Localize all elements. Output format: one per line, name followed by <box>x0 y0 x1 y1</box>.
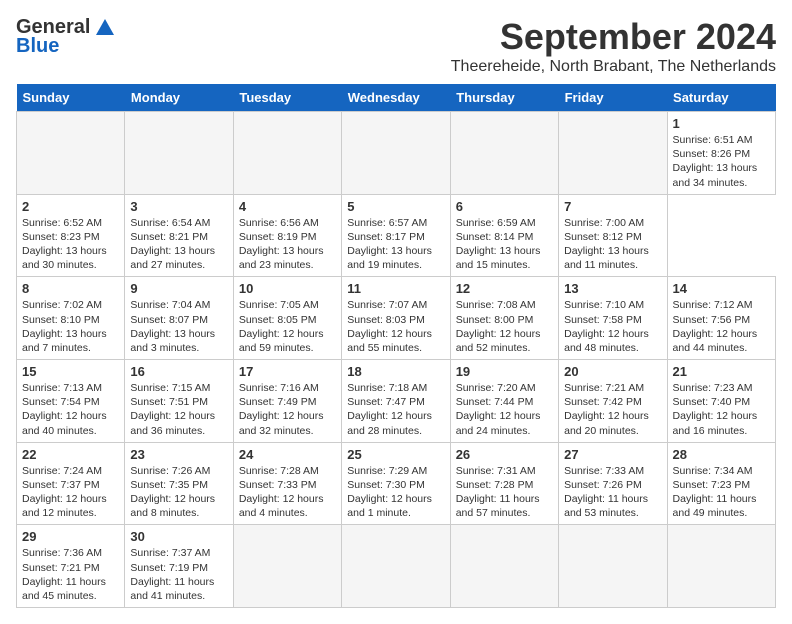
calendar-week-row: 1Sunrise: 6:51 AMSunset: 8:26 PMDaylight… <box>17 112 776 195</box>
logo-blue: Blue <box>16 35 59 58</box>
calendar-day: 15Sunrise: 7:13 AMSunset: 7:54 PMDayligh… <box>17 360 125 443</box>
calendar-day: 2Sunrise: 6:52 AMSunset: 8:23 PMDaylight… <box>17 194 125 277</box>
calendar-day: 6Sunrise: 6:59 AMSunset: 8:14 PMDaylight… <box>450 194 558 277</box>
calendar-day: 14Sunrise: 7:12 AMSunset: 7:56 PMDayligh… <box>667 277 775 360</box>
calendar-day: 1Sunrise: 6:51 AMSunset: 8:26 PMDaylight… <box>667 112 775 195</box>
calendar-week-row: 2Sunrise: 6:52 AMSunset: 8:23 PMDaylight… <box>17 194 776 277</box>
calendar-day: 5Sunrise: 6:57 AMSunset: 8:17 PMDaylight… <box>342 194 450 277</box>
calendar-day-empty <box>450 112 558 195</box>
day-of-week-header: Sunday <box>17 84 125 112</box>
calendar-day-empty <box>450 525 558 608</box>
calendar-day: 7Sunrise: 7:00 AMSunset: 8:12 PMDaylight… <box>559 194 667 277</box>
calendar-day: 12Sunrise: 7:08 AMSunset: 8:00 PMDayligh… <box>450 277 558 360</box>
day-of-week-header: Monday <box>125 84 233 112</box>
calendar-day: 21Sunrise: 7:23 AMSunset: 7:40 PMDayligh… <box>667 360 775 443</box>
calendar-day-empty <box>667 525 775 608</box>
calendar-day-empty <box>233 525 341 608</box>
calendar-day: 17Sunrise: 7:16 AMSunset: 7:49 PMDayligh… <box>233 360 341 443</box>
calendar-day: 28Sunrise: 7:34 AMSunset: 7:23 PMDayligh… <box>667 442 775 525</box>
calendar-week-row: 29Sunrise: 7:36 AMSunset: 7:21 PMDayligh… <box>17 525 776 608</box>
calendar-day: 22Sunrise: 7:24 AMSunset: 7:37 PMDayligh… <box>17 442 125 525</box>
calendar-week-row: 8Sunrise: 7:02 AMSunset: 8:10 PMDaylight… <box>17 277 776 360</box>
calendar-day: 26Sunrise: 7:31 AMSunset: 7:28 PMDayligh… <box>450 442 558 525</box>
calendar-day: 20Sunrise: 7:21 AMSunset: 7:42 PMDayligh… <box>559 360 667 443</box>
location-title: Theereheide, North Brabant, The Netherla… <box>451 58 776 76</box>
calendar-header: General Blue September 2024 Theereheide,… <box>16 16 776 76</box>
calendar-day-empty <box>233 112 341 195</box>
calendar-day: 25Sunrise: 7:29 AMSunset: 7:30 PMDayligh… <box>342 442 450 525</box>
calendar-day-empty <box>342 112 450 195</box>
title-area: September 2024 Theereheide, North Braban… <box>451 16 776 76</box>
calendar-header-row: SundayMondayTuesdayWednesdayThursdayFrid… <box>17 84 776 112</box>
calendar-day: 29Sunrise: 7:36 AMSunset: 7:21 PMDayligh… <box>17 525 125 608</box>
calendar-day: 4Sunrise: 6:56 AMSunset: 8:19 PMDaylight… <box>233 194 341 277</box>
calendar-table: SundayMondayTuesdayWednesdayThursdayFrid… <box>16 84 776 608</box>
logo-icon <box>94 17 116 39</box>
day-of-week-header: Thursday <box>450 84 558 112</box>
calendar-day: 8Sunrise: 7:02 AMSunset: 8:10 PMDaylight… <box>17 277 125 360</box>
calendar-day: 19Sunrise: 7:20 AMSunset: 7:44 PMDayligh… <box>450 360 558 443</box>
day-of-week-header: Friday <box>559 84 667 112</box>
calendar-day-empty <box>559 112 667 195</box>
calendar-day: 3Sunrise: 6:54 AMSunset: 8:21 PMDaylight… <box>125 194 233 277</box>
calendar-week-row: 22Sunrise: 7:24 AMSunset: 7:37 PMDayligh… <box>17 442 776 525</box>
calendar-day: 11Sunrise: 7:07 AMSunset: 8:03 PMDayligh… <box>342 277 450 360</box>
calendar-day: 30Sunrise: 7:37 AMSunset: 7:19 PMDayligh… <box>125 525 233 608</box>
calendar-day: 9Sunrise: 7:04 AMSunset: 8:07 PMDaylight… <box>125 277 233 360</box>
calendar-day: 10Sunrise: 7:05 AMSunset: 8:05 PMDayligh… <box>233 277 341 360</box>
logo: General Blue <box>16 16 116 58</box>
calendar-day-empty <box>559 525 667 608</box>
calendar-day-empty <box>342 525 450 608</box>
calendar-day: 18Sunrise: 7:18 AMSunset: 7:47 PMDayligh… <box>342 360 450 443</box>
calendar-day: 16Sunrise: 7:15 AMSunset: 7:51 PMDayligh… <box>125 360 233 443</box>
calendar-day-empty <box>17 112 125 195</box>
calendar-day: 24Sunrise: 7:28 AMSunset: 7:33 PMDayligh… <box>233 442 341 525</box>
calendar-day-empty <box>125 112 233 195</box>
calendar-day: 27Sunrise: 7:33 AMSunset: 7:26 PMDayligh… <box>559 442 667 525</box>
day-of-week-header: Wednesday <box>342 84 450 112</box>
calendar-day: 23Sunrise: 7:26 AMSunset: 7:35 PMDayligh… <box>125 442 233 525</box>
calendar-day: 13Sunrise: 7:10 AMSunset: 7:58 PMDayligh… <box>559 277 667 360</box>
month-title: September 2024 <box>451 16 776 58</box>
day-of-week-header: Saturday <box>667 84 775 112</box>
calendar-week-row: 15Sunrise: 7:13 AMSunset: 7:54 PMDayligh… <box>17 360 776 443</box>
day-of-week-header: Tuesday <box>233 84 341 112</box>
